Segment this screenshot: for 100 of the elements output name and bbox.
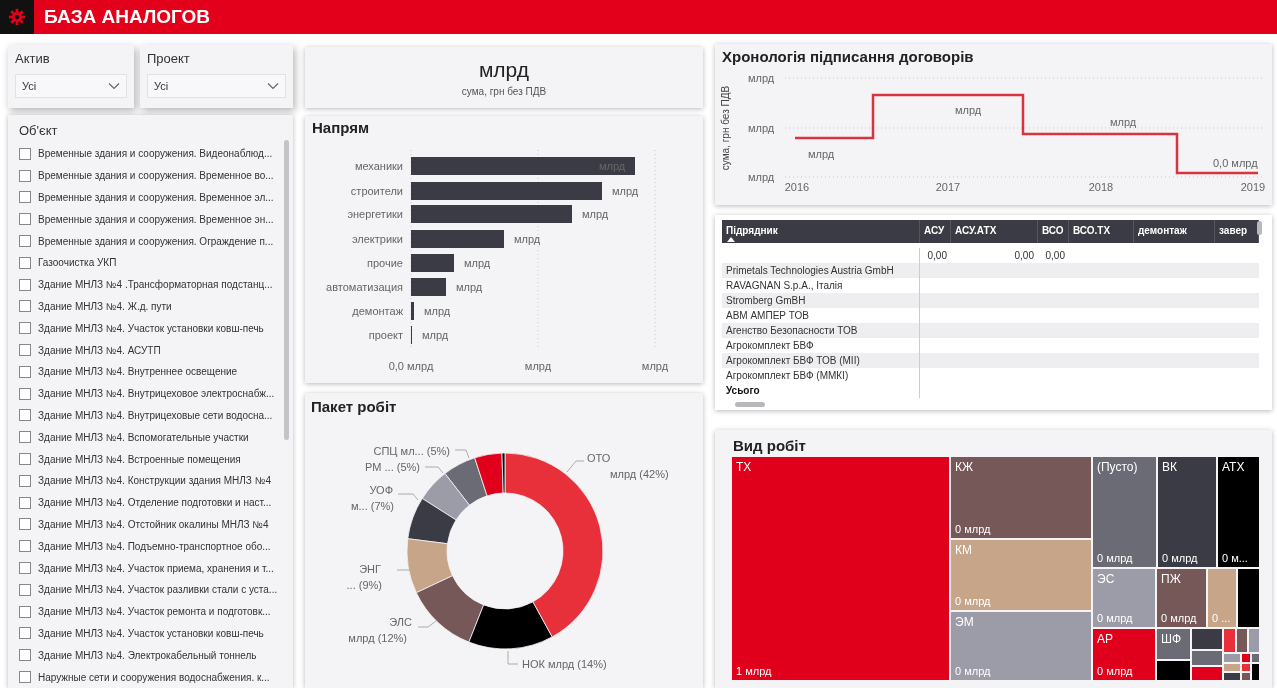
table-cell: RAVAGNAN S.p.A., Італія [726, 280, 843, 291]
treemap-tile[interactable] [1252, 654, 1259, 662]
slice-label: СПЦ мл... (5%) [373, 445, 450, 457]
checkbox[interactable] [19, 540, 31, 553]
column-header[interactable]: ВСО.ТХ [1069, 220, 1134, 243]
kpi-value: млрд [478, 58, 530, 82]
checkbox[interactable] [19, 147, 31, 160]
treemap-tile[interactable]: ПЖ 0 млрд [1157, 569, 1206, 627]
column-header[interactable]: демонтаж [1134, 220, 1215, 243]
list-item[interactable]: Здание МНЛЗ №4. АСУТП [19, 339, 161, 361]
chevron-icon [108, 82, 120, 90]
checkbox[interactable] [19, 213, 31, 226]
list-item[interactable]: Здание МНЛЗ №4. Отстойник окалины МНЛЗ №4 [19, 513, 269, 536]
checkbox[interactable] [19, 322, 31, 335]
checkbox[interactable] [19, 605, 31, 618]
treemap-tile[interactable] [1249, 629, 1259, 652]
treemap-tile[interactable] [1224, 664, 1240, 671]
checkbox[interactable] [19, 496, 31, 509]
treemap-tile[interactable] [1252, 664, 1259, 680]
list-item[interactable]: Временные здания и сооружения. Временное во... [19, 164, 274, 187]
list-item[interactable]: Здание МНЛЗ №4. Внутрицеховое электроснабж... [19, 382, 275, 405]
filter-label: Проект [147, 51, 191, 66]
treemap-tile[interactable] [1224, 654, 1240, 662]
treemap-tile[interactable] [1237, 629, 1247, 652]
checkbox[interactable] [19, 344, 31, 357]
bar-label: строители [350, 185, 403, 197]
tile-value: 0 ... [1212, 612, 1231, 625]
table-cell: Агенство Безопасности ТОВ [726, 325, 858, 336]
treemap-tile[interactable]: АТХ 0 м... [1218, 457, 1259, 567]
treemap-tile[interactable]: КЖ 0 млрд [951, 457, 1091, 538]
scrollbar[interactable] [1257, 221, 1262, 235]
checkbox[interactable] [19, 562, 31, 575]
column-header[interactable]: АСУ [920, 220, 951, 243]
checkbox[interactable] [19, 453, 31, 466]
slice-label: РМ ... (5%) [365, 461, 420, 473]
list-item[interactable]: Временные здания и сооружения. Временное эл... [19, 186, 274, 209]
treemap-tile[interactable] [1242, 654, 1250, 662]
checkbox[interactable] [19, 365, 31, 378]
tile-label: КМ [955, 543, 972, 557]
treemap-tile[interactable] [1224, 629, 1235, 652]
checkbox[interactable] [19, 278, 31, 291]
checkbox[interactable] [19, 627, 31, 640]
treemap-tile[interactable] [1242, 673, 1250, 680]
treemap-tile[interactable]: ТХ 1 млрд [732, 457, 949, 680]
column-header[interactable]: АСУ.АТХ [951, 220, 1038, 243]
list-item[interactable]: Здание МНЛЗ №4. Подъемно-транспортное обо... [19, 535, 271, 558]
list-item[interactable]: Здание МНЛЗ №4. Участок ремонта и подготовк... [19, 600, 271, 623]
column-header[interactable]: Підрядник [722, 220, 920, 243]
list-item[interactable]: Здание МНЛЗ №4. Отделение подготовки и наст... [19, 491, 272, 514]
checkbox[interactable] [19, 256, 31, 269]
treemap-tile[interactable]: ВК 0 млрд [1158, 457, 1216, 567]
treemap-tile[interactable] [1242, 664, 1250, 671]
checkbox[interactable] [19, 300, 31, 313]
dropdown-field[interactable]: Усі [147, 74, 286, 98]
scrollbar[interactable] [735, 402, 765, 407]
list-item[interactable]: Здание МНЛЗ №4. Ж.д. пути [19, 295, 172, 318]
list-item[interactable]: Временные здания и сооружения. Ограждение п... [19, 230, 274, 252]
checkbox[interactable] [19, 649, 31, 662]
list-item[interactable]: Газоочистка УКП [19, 252, 117, 274]
checkbox[interactable] [19, 409, 31, 422]
list-item[interactable]: Здание МНЛЗ №4 .Трансформаторная подстанц... [19, 273, 273, 296]
bar [411, 278, 446, 296]
treemap-tile[interactable] [1192, 651, 1222, 665]
checkbox[interactable] [19, 235, 31, 248]
treemap-tile[interactable] [1192, 629, 1222, 649]
list-item[interactable]: Здание МНЛЗ №4. Встроенные помещения [19, 448, 241, 470]
list-item[interactable]: Здание МНЛЗ №4. Участок установки ковш-печь [19, 317, 264, 340]
checkbox[interactable] [19, 474, 31, 487]
table-cell: Агрокомплект БВФ ТОВ (МІІ) [726, 355, 860, 366]
list-item[interactable]: Здание МНЛЗ №4. Участок разливки стали с уста... [19, 578, 278, 601]
list-title: Об'єкт [19, 123, 59, 138]
treemap-tile[interactable] [1192, 667, 1222, 680]
column-header[interactable]: ВСО [1038, 220, 1069, 243]
checkbox[interactable] [19, 387, 31, 400]
list-item[interactable]: Здание МНЛЗ №4. Вспомогательные участки [19, 426, 249, 449]
checkbox[interactable] [19, 583, 31, 596]
list-item[interactable]: Здание МНЛЗ №4. Электрокабельный тоннель [19, 644, 257, 667]
checkbox[interactable] [19, 518, 31, 531]
list-item[interactable]: Здание МНЛЗ №4. Конструкции здания МНЛЗ №4 [19, 469, 271, 492]
list-item[interactable]: Наружные сети и сооружения водоснабжения. к... [19, 666, 270, 688]
slice-value: млрд (12%) [348, 632, 407, 644]
treemap-tile[interactable] [1224, 673, 1240, 680]
treemap-tile[interactable] [1238, 569, 1259, 627]
tile-value: 0 млрд [1097, 552, 1133, 565]
list-item[interactable]: Здание МНЛЗ №4. Участок установки ковш-печь [19, 622, 264, 645]
list-item[interactable]: Здание МНЛЗ №4. Внутрицеховые сети водосна... [19, 404, 273, 427]
dropdown-field[interactable]: Усі [15, 74, 127, 98]
checkbox[interactable] [19, 431, 31, 444]
list-item[interactable]: Временные здания и сооружения. Видеонаблюд... [19, 143, 273, 165]
checkbox[interactable] [19, 671, 31, 683]
list-item[interactable]: Временные здания и сооружения. Временное эн... [19, 208, 274, 231]
scrollbar[interactable] [284, 140, 289, 440]
treemap-tile[interactable]: АР 0 млрд [1093, 629, 1155, 680]
treemap-tile[interactable] [1157, 661, 1190, 680]
list-item[interactable]: Здание МНЛЗ №4. Внутреннее освещение [19, 360, 238, 383]
treemap-tile[interactable]: (Пусто) 0 млрд [1093, 457, 1156, 567]
checkbox[interactable] [19, 169, 31, 182]
checkbox[interactable] [19, 191, 31, 204]
list-item[interactable]: Здание МНЛЗ №4. Участок приема, хранения и т... [19, 557, 274, 579]
treemap-tile[interactable]: ШФ [1157, 629, 1190, 659]
